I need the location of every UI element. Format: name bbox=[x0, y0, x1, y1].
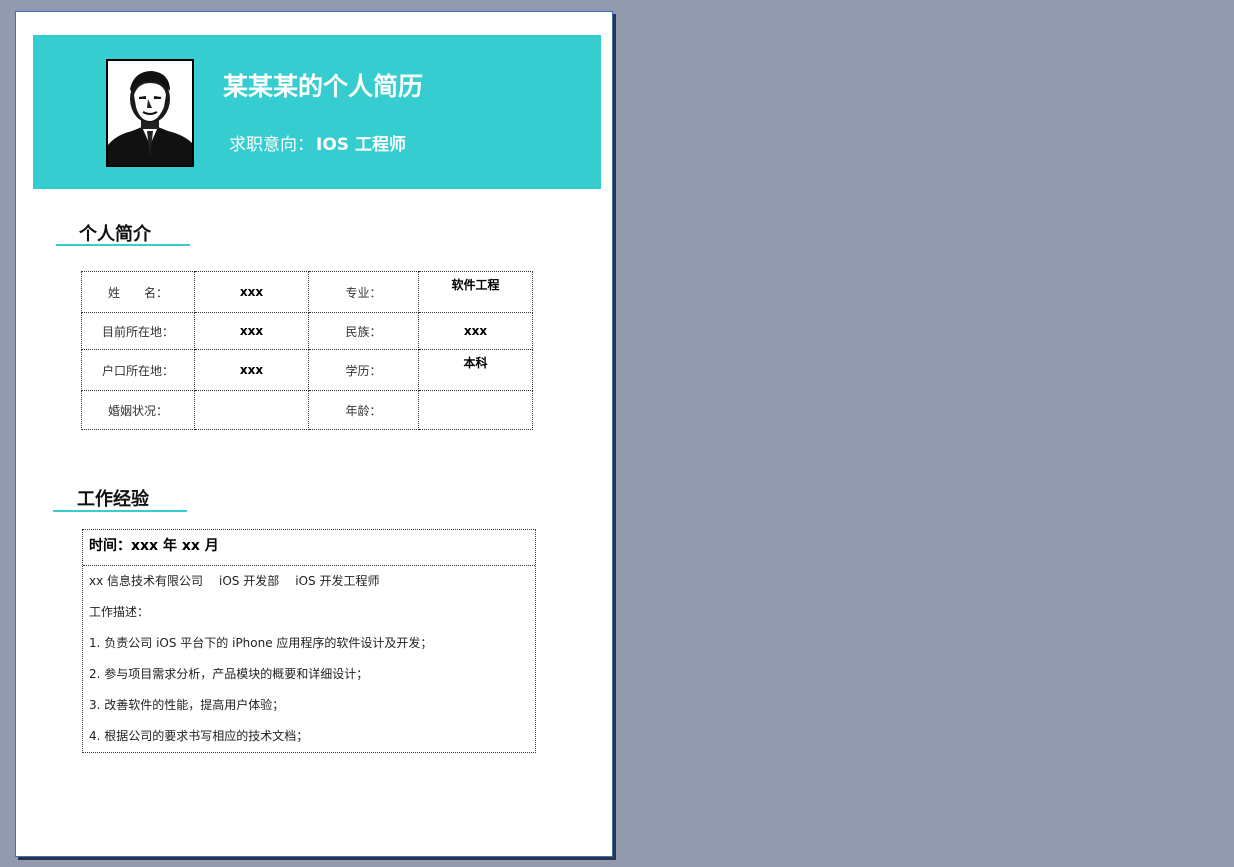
duty-item: 3. 改善软件的性能，提高用户体验； bbox=[89, 698, 285, 712]
experience-heading-underline bbox=[53, 510, 187, 512]
profile-field-value: xxx bbox=[194, 312, 309, 350]
profile-field-label: 姓 名： bbox=[81, 271, 195, 313]
profile-field-label: 户口所在地： bbox=[81, 349, 195, 391]
profile-field-value: xxx bbox=[194, 349, 309, 391]
experience-time: 时间：xxx 年 xx 月 bbox=[83, 530, 535, 566]
profile-heading-underline bbox=[56, 244, 190, 246]
profile-field-value bbox=[194, 390, 309, 430]
profile-photo bbox=[106, 59, 194, 167]
profile-field-value: 本科 bbox=[418, 349, 533, 391]
resume-title: 某某某的个人简历 bbox=[223, 72, 424, 101]
profile-heading: 个人简介 bbox=[79, 224, 151, 245]
profile-row: 姓 名： xxx 专业： 软件工程 bbox=[81, 271, 533, 313]
resume-page: 某某某的个人简历 求职意向： IOS 工程师 个人简介 姓 名： xxx 专业： 软件工… bbox=[15, 11, 613, 857]
profile-field-label: 年龄： bbox=[308, 390, 419, 430]
profile-field-label: 专业： bbox=[308, 271, 419, 313]
profile-field-value: xxx bbox=[194, 271, 309, 313]
profile-row: 户口所在地： xxx 学历： 本科 bbox=[81, 349, 533, 391]
profile-field-label: 学历： bbox=[308, 349, 419, 391]
profile-row: 目前所在地： xxx 民族： xxx bbox=[81, 312, 533, 350]
company-name: xx 信息技术有限公司 bbox=[89, 574, 204, 588]
experience-body: xx 信息技术有限公司 iOS 开发部 iOS 开发工程师 工作描述： 1. 负责公… bbox=[83, 566, 535, 762]
department-name: iOS 开发部 bbox=[219, 574, 280, 588]
profile-field-label: 民族： bbox=[308, 312, 419, 350]
profile-row: 婚姻状况： 年龄： bbox=[81, 390, 533, 430]
profile-field-label: 目前所在地： bbox=[81, 312, 195, 350]
experience-block: 时间：xxx 年 xx 月 xx 信息技术有限公司 iOS 开发部 iOS 开发工程… bbox=[82, 529, 536, 753]
experience-summary: xx 信息技术有限公司 iOS 开发部 iOS 开发工程师 bbox=[89, 571, 529, 602]
objective-label: 求职意向： bbox=[229, 135, 314, 155]
duty-item: 1. 负责公司 iOS 平台下的 iPhone 应用程序的软件设计及开发； bbox=[89, 636, 433, 650]
profile-table: 姓 名： xxx 专业： 软件工程 目前所在地： xxx 民族： xxx 户口所在地： xxx 学历… bbox=[81, 271, 533, 430]
profile-field-value bbox=[418, 390, 533, 430]
objective-value: IOS 工程师 bbox=[316, 135, 406, 155]
position-name: iOS 开发工程师 bbox=[295, 574, 380, 588]
experience-heading: 工作经验 bbox=[77, 489, 149, 510]
profile-field-value: xxx bbox=[418, 312, 533, 350]
header-banner: 某某某的个人简历 求职意向： IOS 工程师 bbox=[33, 35, 601, 189]
job-objective: 求职意向： IOS 工程师 bbox=[229, 130, 406, 155]
profile-field-value: 软件工程 bbox=[418, 271, 533, 313]
duty-item: 4. 根据公司的要求书写相应的技术文档； bbox=[89, 729, 309, 743]
duty-item: 2. 参与项目需求分析，产品模块的概要和详细设计； bbox=[89, 667, 369, 681]
profile-field-label: 婚姻状况： bbox=[81, 390, 195, 430]
duties-label: 工作描述： bbox=[89, 605, 150, 619]
